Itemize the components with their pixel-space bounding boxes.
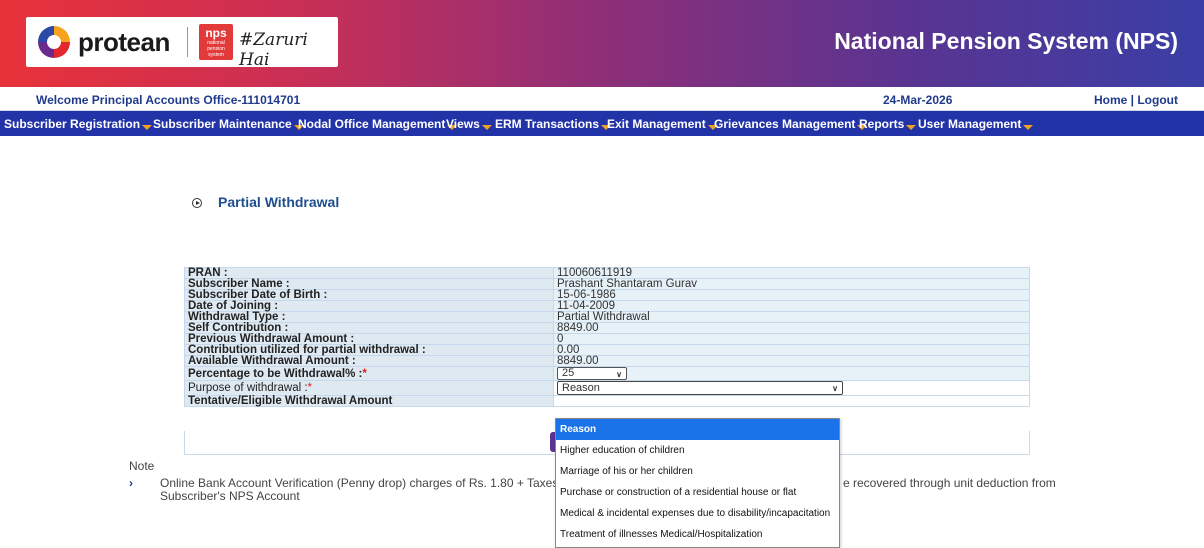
row-label: Withdrawal Type : <box>184 311 554 323</box>
nav-subscriber-registration[interactable]: Subscriber Registration <box>4 117 153 131</box>
page-title: Partial Withdrawal <box>192 194 339 210</box>
row-label: PRAN : <box>184 267 554 279</box>
table-row: Subscriber Name : Prashant Shantaram Gura… <box>184 278 1030 290</box>
row-label: Date of Joining : <box>184 300 554 312</box>
required-mark: * <box>307 382 313 394</box>
nav-label: ERM Transactions <box>495 117 600 131</box>
tentative-value <box>553 395 1030 407</box>
row-value: Partial Withdrawal <box>553 311 1030 323</box>
row-value: 0 <box>553 333 1030 345</box>
nav-grievances-management[interactable]: Grievances Management <box>714 117 868 131</box>
purpose-value: Reason <box>562 382 600 394</box>
row-label: Subscriber Name : <box>184 278 554 290</box>
note-text-line1-end: e recovered through unit deduction from <box>843 476 1056 490</box>
page-title-text: Partial Withdrawal <box>218 194 340 210</box>
table-row: Available Withdrawal Amount :8849.00 <box>184 355 1030 367</box>
caret-down-icon <box>481 125 492 130</box>
nav-exit-management[interactable]: Exit Management <box>607 117 718 131</box>
caret-down-icon <box>1023 125 1034 130</box>
row-label: Subscriber Date of Birth : <box>184 289 554 301</box>
main-nav: Subscriber Registration Subscriber Maint… <box>0 111 1204 136</box>
percentage-cell: 25 ∨ <box>553 366 1030 381</box>
table-row: Self Contribution :8849.00 <box>184 322 1030 334</box>
table-row: Date of Joining :11-04-2009 <box>184 300 1030 312</box>
nps-badge-title: nps <box>205 26 227 40</box>
dropdown-option[interactable]: Marriage of his or her children <box>556 461 839 482</box>
logo-box[interactable]: protean nps national pension system #Zar… <box>26 17 338 70</box>
logo-divider <box>187 27 188 57</box>
row-value: 11-04-2009 <box>553 300 1030 312</box>
nav-reports[interactable]: Reports <box>859 117 917 131</box>
dropdown-option[interactable]: Reason <box>556 419 839 440</box>
welcome-text: Welcome Principal Accounts Office-111014… <box>36 93 301 107</box>
nav-label: Grievances Management <box>714 117 856 131</box>
tentative-label: Tentative/Eligible Withdrawal Amount <box>184 395 554 407</box>
purpose-dropdown-list: Reason Higher education of children Marr… <box>555 418 840 548</box>
withdrawal-details-table: PRAN :110060611919 Subscriber Name : Prash… <box>184 267 1030 407</box>
dropdown-option[interactable]: Medical & incidental expenses due to dis… <box>556 503 839 524</box>
note-text-line1: Online Bank Account Verification (Penny … <box>160 476 606 490</box>
table-row: Tentative/Eligible Withdrawal Amount <box>184 395 1030 407</box>
nav-label: User Management <box>918 117 1022 131</box>
row-value: Prashant Shantaram Gurav <box>553 278 1030 290</box>
table-row: PRAN :110060611919 <box>184 267 1030 279</box>
nav-subscriber-maintenance[interactable]: Subscriber Maintenance <box>153 117 304 131</box>
nps-badge: nps national pension system <box>199 24 233 60</box>
table-row: Percentage to be Withdrawal% :* 25 ∨ <box>184 366 1030 381</box>
percentage-select[interactable]: 25 ∨ <box>557 367 627 380</box>
chevron-down-icon: ∨ <box>616 370 622 379</box>
nav-label: Subscriber Maintenance <box>153 117 292 131</box>
chevron-down-icon: ∨ <box>832 384 838 393</box>
dropdown-option[interactable]: Higher education of children <box>556 440 839 461</box>
row-value: 8849.00 <box>553 355 1030 367</box>
row-label: Previous Withdrawal Amount : <box>184 333 554 345</box>
dropdown-option[interactable]: Purchase or construction of a residentia… <box>556 482 839 503</box>
nav-label: Subscriber Registration <box>4 117 141 131</box>
table-row: Purpose of withdrawal :* Reason ∨ <box>184 380 1030 396</box>
nav-label: Nodal Office Management <box>298 117 446 131</box>
table-row: Contribution utilized for partial withdr… <box>184 344 1030 356</box>
row-value: 8849.00 <box>553 322 1030 334</box>
nav-label: Views <box>446 117 480 131</box>
info-bar: Welcome Principal Accounts Office-111014… <box>0 87 1204 111</box>
site-header: protean nps national pension system #Zar… <box>0 0 1204 87</box>
current-date: 24-Mar-2026 <box>883 93 953 107</box>
circle-arrow-icon <box>192 198 202 208</box>
site-title: National Pension System (NPS) <box>834 28 1178 54</box>
purpose-label-text: Purpose of withdrawal : <box>188 382 308 394</box>
row-value: 15-06-1986 <box>553 289 1030 301</box>
purpose-select[interactable]: Reason ∨ <box>557 381 843 395</box>
percentage-value: 25 <box>562 367 575 379</box>
caret-down-icon <box>142 125 153 130</box>
row-label: Available Withdrawal Amount : <box>184 355 554 367</box>
row-value: 110060611919 <box>553 267 1030 279</box>
caret-down-icon <box>906 125 917 130</box>
purpose-cell: Reason ∨ <box>553 380 1030 396</box>
note-text-line2: Subscriber's NPS Account <box>160 489 300 503</box>
table-row: Withdrawal Type : Partial Withdrawal <box>184 311 1030 323</box>
dropdown-option[interactable]: Treatment of illnesses Medical/Hospitali… <box>556 524 839 545</box>
nav-views[interactable]: Views <box>446 117 492 131</box>
row-label: Contribution utilized for partial withdr… <box>184 344 554 356</box>
nav-user-management[interactable]: User Management <box>918 117 1034 131</box>
nav-label: Exit Management <box>607 117 706 131</box>
row-value: 0.00 <box>553 344 1030 356</box>
percentage-label: Percentage to be Withdrawal% :* <box>184 366 554 381</box>
note-arrow-icon: › <box>129 476 133 490</box>
table-row: Subscriber Date of Birth :15-06-1986 <box>184 289 1030 301</box>
percentage-label-text: Percentage to be Withdrawal% : <box>188 367 363 380</box>
nav-label: Reports <box>859 117 905 131</box>
nps-badge-subtitle: national pension system <box>207 40 225 58</box>
row-label: Self Contribution : <box>184 322 554 334</box>
brand-name: protean <box>78 27 170 57</box>
note-label: Note <box>129 459 155 473</box>
table-row: Previous Withdrawal Amount :0 <box>184 333 1030 345</box>
nav-nodal-office-management[interactable]: Nodal Office Management <box>298 117 458 131</box>
purpose-label: Purpose of withdrawal :* <box>184 380 554 396</box>
nav-erm-transactions[interactable]: ERM Transactions <box>495 117 612 131</box>
tagline: #Zaruri Hai <box>239 30 308 70</box>
required-mark: * <box>362 367 367 380</box>
home-logout-links[interactable]: Home | Logout <box>1094 93 1178 107</box>
protean-logo-icon <box>38 26 70 58</box>
